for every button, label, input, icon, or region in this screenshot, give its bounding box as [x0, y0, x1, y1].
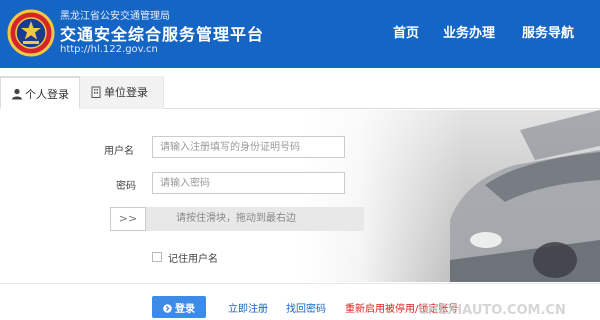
tab-label: 个人登录 — [25, 88, 69, 101]
captcha-slider-handle[interactable]: >> — [110, 207, 146, 231]
background-car-image — [300, 110, 600, 282]
police-emblem-icon — [7, 9, 55, 57]
nav-business[interactable]: 业务办理 — [443, 22, 495, 41]
nav-service-guide[interactable]: 服务导航 — [522, 22, 574, 41]
password-label: 密码 — [116, 181, 136, 192]
site-url: http://hl.122.gov.cn — [60, 44, 158, 55]
site-header: 黑龙江省公安交通管理局 交通安全综合服务管理平台 http://hl.122.g… — [0, 0, 600, 68]
nav-home[interactable]: 首页 — [393, 22, 419, 41]
username-input[interactable] — [152, 136, 345, 158]
remember-username-checkbox[interactable] — [152, 252, 162, 262]
login-arrow-icon — [163, 303, 172, 313]
tab-company-login[interactable]: 单位登录 — [80, 76, 164, 109]
retrieve-password-link[interactable]: 找回密码 — [286, 300, 326, 315]
tab-personal-login[interactable]: 个人登录 — [0, 76, 80, 109]
user-icon — [12, 88, 22, 100]
login-button-label: 登录 — [175, 303, 195, 315]
password-input[interactable] — [152, 172, 345, 194]
bureau-name: 黑龙江省公安交通管理局 — [60, 11, 170, 22]
building-icon — [91, 86, 101, 98]
register-link[interactable]: 立即注册 — [228, 300, 268, 315]
captcha-slider-hint: 请按住滑块，拖动到最右边 — [176, 213, 296, 224]
remember-username-label: 记住用户名 — [168, 254, 218, 265]
tab-label: 单位登录 — [104, 86, 148, 99]
captcha-slider-track: >> 请按住滑块，拖动到最右边 — [110, 207, 364, 231]
watermark: CHEXIAUTO.COM.CN — [418, 303, 566, 318]
login-tabs: 个人登录 单位登录 — [0, 76, 600, 109]
platform-title: 交通安全综合服务管理平台 — [60, 25, 265, 44]
login-button[interactable]: 登录 — [152, 296, 206, 318]
divider — [0, 283, 600, 284]
username-label: 用户名 — [104, 146, 134, 157]
